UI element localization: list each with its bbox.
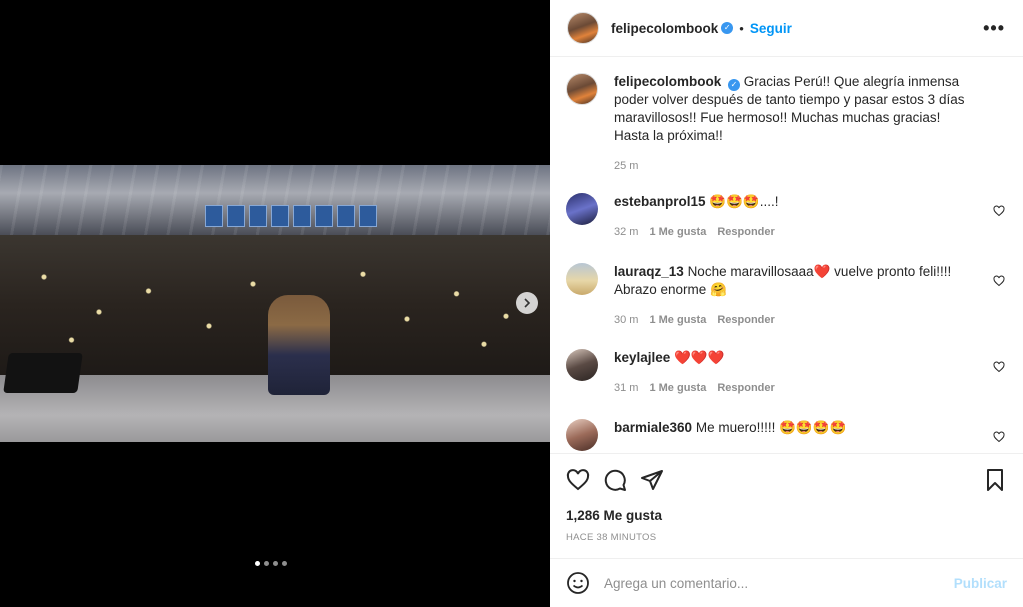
post-panel: felipecolombook ✓ • Seguir ••• felipecol… (550, 0, 1023, 607)
comment-item: barmiale360 Me muero!!!!! 🤩🤩🤩🤩 (566, 419, 1011, 451)
comment-username[interactable]: estebanprol15 (614, 194, 706, 209)
photo-banners (205, 205, 377, 227)
comment-text: ❤️❤️❤️ (674, 350, 725, 365)
caption: felipecolombook ✓ Gracias Perú!! Que ale… (566, 73, 1011, 175)
chevron-right-icon (524, 298, 531, 308)
comment-composer: Agrega un comentario... Publicar (550, 558, 1023, 607)
post-timestamp[interactable]: HACE 38 MINUTOS (566, 532, 656, 543)
reply-button[interactable]: Responder (717, 223, 774, 241)
comment-item: estebanprol15 🤩🤩🤩....! 32 m 1 Me gusta R… (566, 193, 1011, 241)
reply-button[interactable]: Responder (717, 311, 774, 329)
share-icon[interactable] (640, 468, 664, 492)
comment-username[interactable]: lauraqz_13 (614, 264, 684, 279)
comment-username[interactable]: barmiale360 (614, 420, 692, 435)
caption-time[interactable]: 25 m (614, 157, 638, 175)
comment-time[interactable]: 31 m (614, 379, 638, 397)
comment-input[interactable]: Agrega un comentario... (604, 576, 954, 591)
comment-likes[interactable]: 1 Me gusta (649, 223, 706, 241)
post-header: felipecolombook ✓ • Seguir ••• (550, 0, 1023, 57)
comment-item: keylajlee ❤️❤️❤️ 31 m 1 Me gusta Respond… (566, 349, 1011, 397)
carousel-dot (255, 561, 260, 566)
caption-avatar[interactable] (566, 73, 598, 105)
comment-time[interactable]: 32 m (614, 223, 638, 241)
heart-icon[interactable] (993, 431, 1005, 443)
more-options-icon[interactable]: ••• (983, 18, 1005, 39)
verified-badge-icon: ✓ (728, 79, 741, 91)
post-photo[interactable] (0, 165, 550, 442)
heart-icon[interactable] (566, 468, 590, 492)
reply-button[interactable]: Responder (717, 379, 774, 397)
commenter-avatar[interactable] (566, 349, 598, 381)
photo-speaker (3, 353, 83, 393)
heart-icon[interactable] (993, 275, 1005, 287)
photo-performer (268, 295, 330, 395)
commenter-avatar[interactable] (566, 419, 598, 451)
separator: • (739, 20, 744, 36)
verified-badge-icon: ✓ (721, 22, 734, 34)
emoji-icon[interactable] (566, 571, 590, 595)
carousel-dot (264, 561, 269, 566)
comment-text: Me muero!!!!! 🤩🤩🤩🤩 (695, 420, 847, 435)
comment-text: 🤩🤩🤩....! (709, 194, 779, 209)
caption-meta: 25 m (614, 157, 974, 175)
follow-button[interactable]: Seguir (750, 21, 792, 36)
commenter-avatar[interactable] (566, 193, 598, 225)
likes-count[interactable]: 1,286 Me gusta (566, 508, 662, 523)
comment-icon[interactable] (603, 468, 627, 492)
commenter-avatar[interactable] (566, 263, 598, 295)
author-username[interactable]: felipecolombook (611, 21, 718, 36)
comment-likes[interactable]: 1 Me gusta (649, 379, 706, 397)
author-avatar[interactable] (567, 12, 599, 44)
post-comment-button[interactable]: Publicar (954, 576, 1007, 591)
bookmark-icon[interactable] (983, 468, 1007, 492)
media-pane (0, 0, 550, 607)
comment-username[interactable]: keylajlee (614, 350, 670, 365)
post-actions (550, 455, 1023, 505)
comments-list[interactable]: felipecolombook ✓ Gracias Perú!! Que ale… (550, 57, 1023, 454)
carousel-indicator (255, 561, 287, 566)
heart-icon[interactable] (993, 205, 1005, 217)
heart-icon[interactable] (993, 361, 1005, 373)
carousel-dot (273, 561, 278, 566)
carousel-dot (282, 561, 287, 566)
caption-username[interactable]: felipecolombook (614, 74, 721, 89)
comment-likes[interactable]: 1 Me gusta (649, 311, 706, 329)
comment-item: lauraqz_13 Noche maravillosaaa❤️ vuelve … (566, 263, 1011, 329)
carousel-next-button[interactable] (516, 292, 538, 314)
comment-time[interactable]: 30 m (614, 311, 638, 329)
